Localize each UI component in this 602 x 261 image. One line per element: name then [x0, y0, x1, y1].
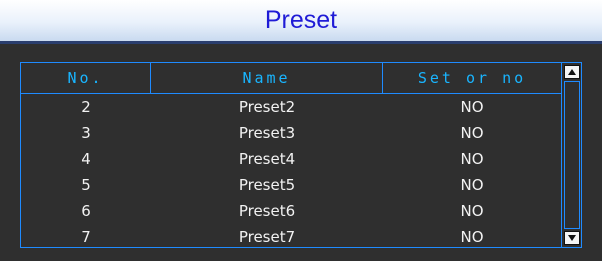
table-row[interactable]: 6 Preset6 NO [21, 198, 561, 224]
preset-set-status: NO [460, 150, 484, 168]
preset-name: Preset6 [238, 202, 296, 220]
preset-name: Preset2 [238, 98, 296, 116]
preset-rows: 2 Preset2 NO 3 Preset3 NO 4 Preset4 NO 5… [21, 94, 561, 248]
preset-number: 7 [81, 228, 91, 246]
table-row[interactable]: 3 Preset3 NO [21, 120, 561, 146]
table-row[interactable]: 2 Preset2 NO [21, 94, 561, 120]
scrollbar-track[interactable] [564, 81, 580, 229]
table-row[interactable]: 4 Preset4 NO [21, 146, 561, 172]
arrow-up-icon [568, 69, 576, 75]
preset-name: Preset4 [238, 150, 296, 168]
preset-number: 5 [81, 176, 91, 194]
preset-number: 3 [81, 124, 91, 142]
preset-number: 2 [81, 98, 91, 116]
preset-list-panel: No. Name Set or no 2 Preset2 NO 3 Preset… [20, 62, 582, 248]
preset-name: Preset7 [238, 228, 296, 246]
scroll-up-button[interactable] [564, 65, 580, 79]
preset-set-status: NO [460, 98, 484, 116]
arrow-down-icon [568, 235, 576, 241]
table-row[interactable]: 7 Preset7 NO [21, 224, 561, 248]
column-header-no: No. [21, 63, 151, 93]
preset-set-status: NO [460, 124, 484, 142]
column-header-name: Name [151, 63, 383, 93]
preset-name: Preset5 [238, 176, 296, 194]
preset-name: Preset3 [238, 124, 296, 142]
preset-number: 6 [81, 202, 91, 220]
scroll-down-button[interactable] [564, 231, 580, 245]
title-bar: Preset [0, 0, 602, 44]
preset-set-status: NO [460, 176, 484, 194]
preset-set-status: NO [460, 202, 484, 220]
table-header: No. Name Set or no [21, 63, 561, 94]
scrollbar[interactable] [561, 63, 581, 247]
page-title: Preset [264, 6, 338, 34]
preset-number: 4 [81, 150, 91, 168]
preset-set-status: NO [460, 228, 484, 246]
column-header-set-or-no: Set or no [417, 69, 527, 87]
table-row[interactable]: 5 Preset5 NO [21, 172, 561, 198]
